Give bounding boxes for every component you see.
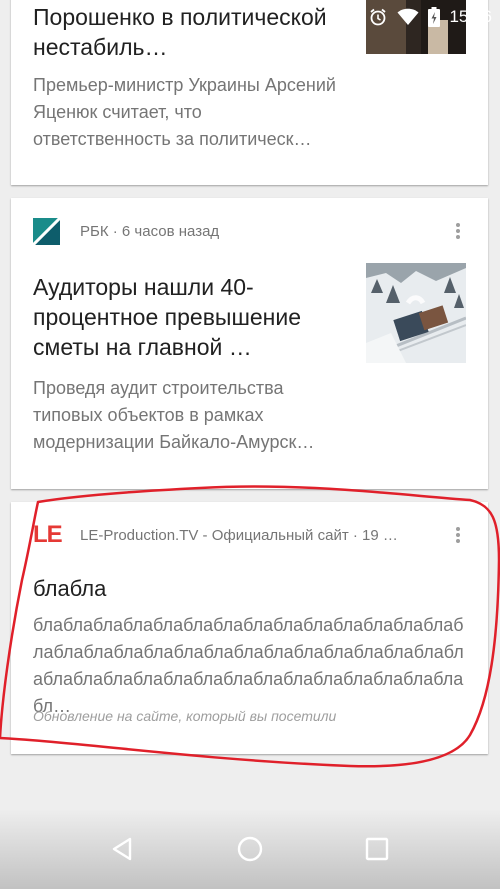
- alarm-icon: [368, 7, 388, 27]
- headline[interactable]: Порошенко в политической нестабиль…: [33, 2, 343, 62]
- more-vert-icon[interactable]: [448, 221, 468, 241]
- home-icon[interactable]: [232, 831, 268, 867]
- wifi-icon: [397, 8, 419, 26]
- news-card-3[interactable]: LE LE-Production.TV - Официальный сайт ·…: [11, 502, 488, 754]
- rbc-logo-icon: [31, 216, 62, 246]
- source-row: РБК · 6 часов назад: [31, 216, 468, 246]
- back-icon[interactable]: [105, 831, 141, 867]
- status-bar: 15:36: [312, 0, 500, 34]
- headline[interactable]: блабла: [33, 576, 106, 602]
- news-card-2[interactable]: РБК · 6 часов назад Аудиторы нашли 40-пр…: [11, 198, 488, 489]
- source-label: LE-Production.TV - Официальный сайт · 19…: [80, 526, 398, 544]
- clock: 15:36: [449, 7, 492, 26]
- battery-icon: [428, 7, 441, 27]
- source-row: LE LE-Production.TV - Официальный сайт ·…: [33, 520, 468, 550]
- snippet: Проведя аудит строительства типовых объе…: [33, 378, 315, 452]
- recents-icon[interactable]: [359, 831, 395, 867]
- screen: 15:36 Порошенко в политической нестабиль…: [0, 0, 500, 889]
- snippet: блаблаблаблаблаблаблаблаблаблаблаблаблаб…: [33, 615, 464, 716]
- le-logo-icon: LE: [33, 521, 63, 548]
- headline[interactable]: Аудиторы нашли 40-процентное превышение …: [33, 272, 343, 362]
- update-note: Обновление на сайте, который вы посетили: [33, 708, 337, 724]
- snippet: Премьер-министр Украины Арсений Яценюк с…: [33, 75, 336, 149]
- more-vert-icon[interactable]: [448, 525, 468, 545]
- article-thumbnail: [366, 263, 466, 363]
- navigation-bar: [0, 809, 500, 889]
- source-label: РБК · 6 часов назад: [80, 222, 220, 240]
